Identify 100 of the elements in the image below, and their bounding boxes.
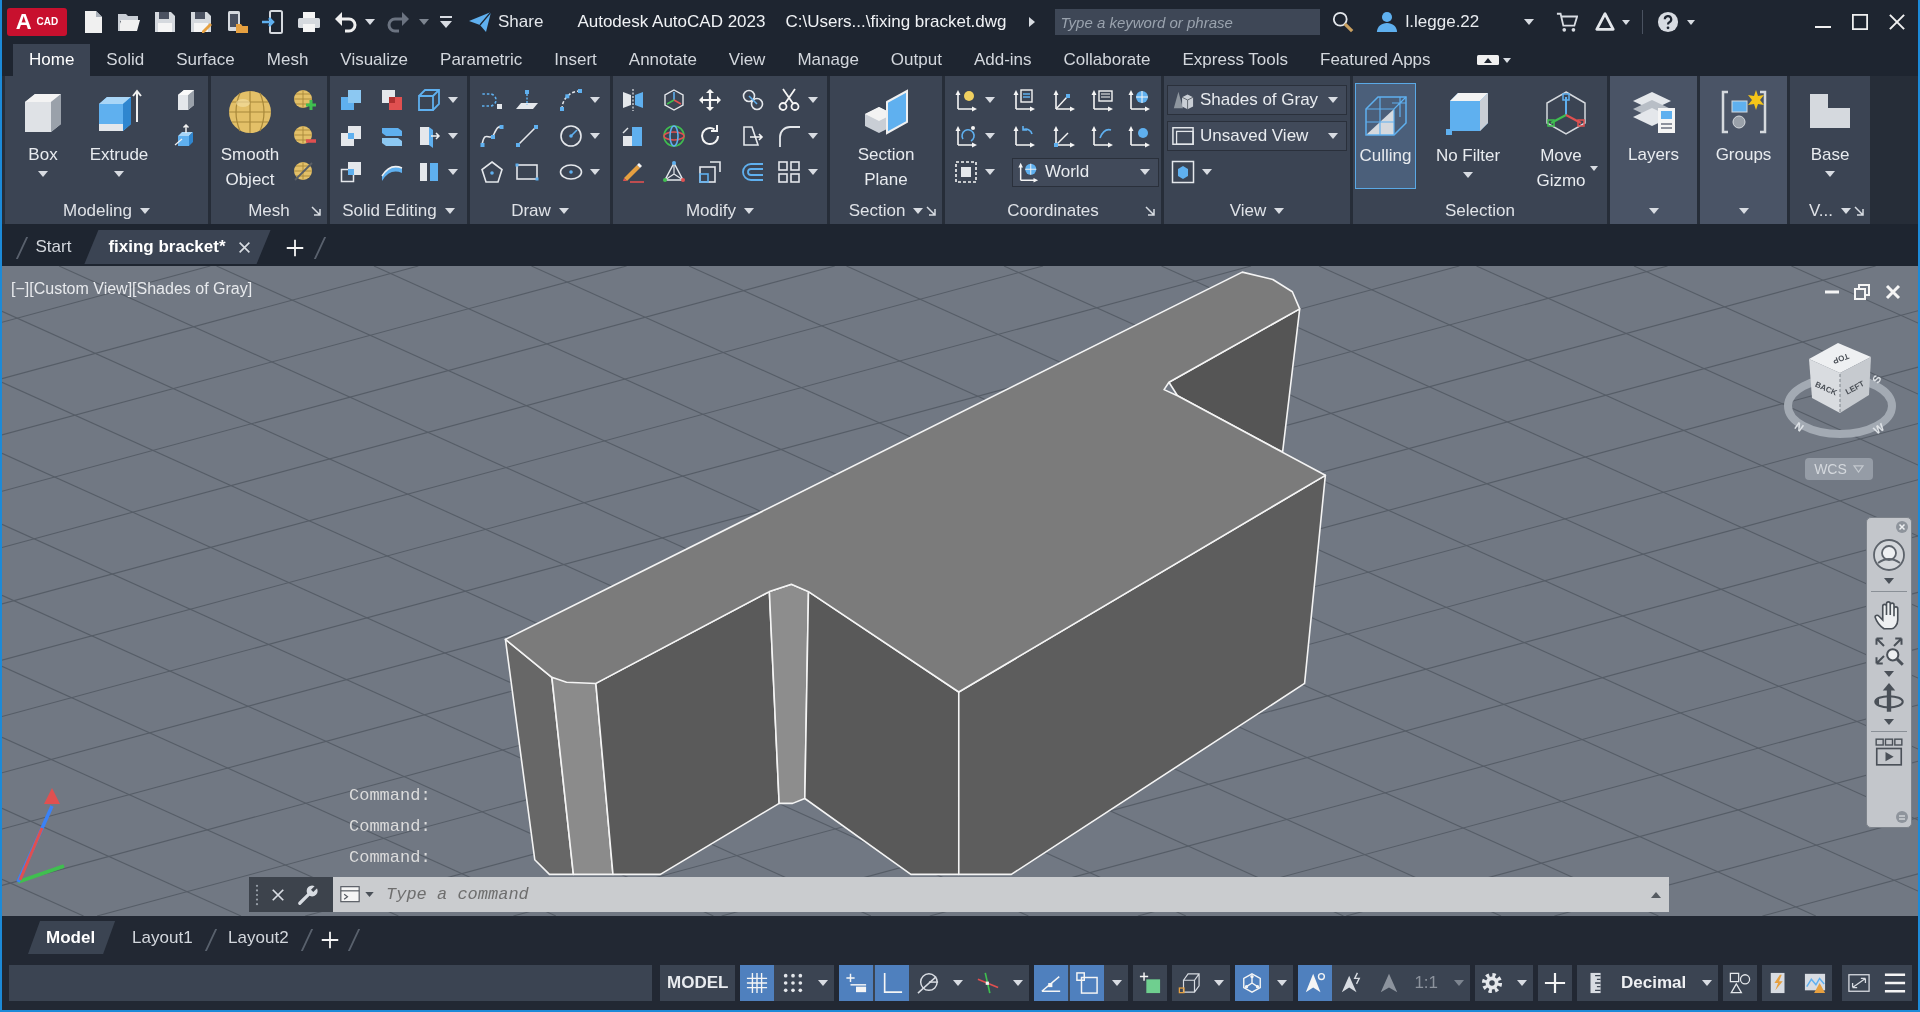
axes-document-icon[interactable] — [1012, 88, 1036, 112]
triangle-icon[interactable] — [1594, 11, 1617, 33]
ribbon-button[interactable]: Extrude — [81, 76, 157, 198]
axes-rotate-icon[interactable] — [954, 124, 978, 148]
ribbon-button[interactable]: Culling — [1355, 83, 1416, 189]
angle-point-button[interactable] — [1034, 965, 1069, 1001]
floppy-disk-pencil-icon[interactable] — [189, 10, 213, 34]
layout-tab[interactable]: Layout1 — [115, 921, 210, 954]
command-window-icon[interactable] — [339, 884, 361, 905]
fillet-icon[interactable] — [777, 124, 801, 148]
caret-icon[interactable] — [1202, 169, 1212, 175]
search-field[interactable]: Type a keyword or phrase — [1054, 9, 1320, 35]
caret-icon[interactable] — [590, 169, 600, 175]
restore-icon[interactable] — [1854, 284, 1870, 300]
ribbon-tab[interactable]: Annotate — [612, 44, 713, 76]
steering-wheel-icon[interactable] — [1873, 539, 1905, 571]
dialog-launcher-icon[interactable] — [1854, 206, 1864, 216]
square-snap-button[interactable] — [1070, 965, 1105, 1001]
caret-icon[interactable] — [985, 169, 995, 175]
named-view-dropdown[interactable]: Unsaved View — [1167, 121, 1347, 151]
sphere-plus-icon[interactable] — [293, 88, 317, 112]
split-blocks-icon[interactable] — [417, 160, 441, 184]
wrench-icon[interactable] — [297, 883, 319, 906]
caret-icon[interactable] — [1884, 719, 1894, 725]
panel-title[interactable]: Solid Editing — [342, 201, 437, 221]
panel-title[interactable]: Draw — [511, 201, 551, 221]
annotation-button[interactable] — [1298, 965, 1333, 1001]
line-icon[interactable] — [515, 124, 539, 148]
plus-square-button[interactable] — [1133, 965, 1168, 1001]
axes-list-icon[interactable] — [1090, 88, 1114, 112]
caret-icon[interactable] — [1524, 19, 1535, 25]
ribbon-tab[interactable]: View — [712, 44, 782, 76]
ribbon-button[interactable]: Move Gizmo — [1531, 83, 1601, 189]
ucs-dropdown[interactable]: World — [1012, 157, 1159, 187]
caret-icon[interactable] — [365, 892, 374, 897]
ribbon-tab[interactable]: Add-ins — [957, 44, 1048, 76]
axes-back-arrow-icon[interactable] — [1012, 124, 1036, 148]
hexagon-nodes-button[interactable] — [1235, 965, 1270, 1001]
caret-icon[interactable] — [1825, 171, 1835, 177]
film-play-icon[interactable] — [1875, 738, 1903, 766]
dialog-launcher-icon[interactable] — [926, 206, 936, 216]
grip-icon[interactable] — [255, 883, 259, 906]
grid-button[interactable] — [740, 965, 775, 1001]
file-tab[interactable]: Start — [22, 230, 85, 264]
caret-icon[interactable] — [590, 133, 600, 139]
panel-title[interactable]: Modeling — [63, 201, 132, 221]
caret-icon[interactable] — [558, 208, 569, 214]
arc-icon[interactable] — [559, 88, 583, 112]
user-menu-button[interactable]: l.legge.22 — [1375, 9, 1480, 35]
shapes-button[interactable] — [1723, 965, 1758, 1001]
copy-circles-icon[interactable] — [741, 88, 765, 112]
view-cube[interactable] — [1809, 343, 1871, 413]
printer-icon[interactable] — [297, 10, 321, 34]
ribbon-button[interactable]: No Filter — [1430, 83, 1506, 189]
scissors-icon[interactable] — [777, 88, 801, 112]
grid-squares-icon[interactable] — [777, 160, 801, 184]
intersecting-squares-icon[interactable] — [339, 124, 363, 148]
pentagon-icon[interactable] — [480, 160, 504, 184]
cart-icon[interactable] — [1556, 11, 1579, 33]
phone-folder-icon[interactable] — [225, 10, 249, 34]
caret-icon[interactable] — [448, 133, 458, 139]
help-icon[interactable] — [1657, 11, 1680, 33]
caret-icon[interactable] — [1517, 980, 1528, 986]
ribbon-tab[interactable]: Surface — [160, 44, 251, 76]
cutout-squares-icon[interactable] — [380, 88, 404, 112]
stretch-icon[interactable] — [741, 124, 765, 148]
move-arrows-icon[interactable] — [698, 88, 722, 112]
caret-icon[interactable] — [808, 133, 818, 139]
plus-icon[interactable] — [321, 930, 340, 949]
axes-bulb-icon[interactable] — [954, 88, 978, 112]
undo-icon[interactable] — [334, 10, 358, 34]
dialog-launcher-icon[interactable] — [1145, 206, 1155, 216]
caret-icon[interactable] — [1274, 208, 1285, 214]
panel-title[interactable]: V... — [1809, 201, 1833, 221]
overlapping-squares-icon[interactable] — [339, 88, 363, 112]
rotate-icon[interactable] — [698, 124, 722, 148]
caret-icon[interactable] — [590, 97, 600, 103]
ribbon-tab[interactable]: Output — [874, 44, 958, 76]
caret-icon[interactable] — [448, 169, 458, 175]
ribbon-tab[interactable]: Home — [13, 44, 91, 76]
panel-title[interactable]: View — [1229, 201, 1267, 221]
block-arrow-icon[interactable] — [417, 124, 441, 148]
triangle-nodes-icon[interactable] — [662, 160, 686, 184]
phone-arrow-icon[interactable] — [261, 10, 285, 34]
ribbon-button[interactable]: Base — [1790, 76, 1870, 198]
ribbon-toggle-icon[interactable] — [1476, 55, 1499, 65]
caret-icon[interactable] — [985, 133, 995, 139]
caret-icon[interactable] — [985, 97, 995, 103]
mirrored-shapes-icon[interactable] — [621, 88, 645, 112]
ribbon-button[interactable]: Section Plane — [846, 76, 926, 198]
caret-icon[interactable] — [1013, 980, 1024, 986]
axes-arc-icon[interactable] — [1090, 124, 1114, 148]
visual-style-dropdown[interactable]: Shades of Gray — [1167, 85, 1347, 115]
right-caret-icon[interactable] — [1028, 17, 1035, 27]
aligned-blocks-icon[interactable] — [621, 124, 645, 148]
search-icon[interactable] — [1331, 11, 1354, 33]
layout-tab[interactable]: Model — [28, 921, 116, 954]
hexagon-axes-icon[interactable] — [662, 88, 686, 112]
caret-icon[interactable] — [1840, 208, 1851, 214]
caret-icon[interactable] — [953, 980, 964, 986]
